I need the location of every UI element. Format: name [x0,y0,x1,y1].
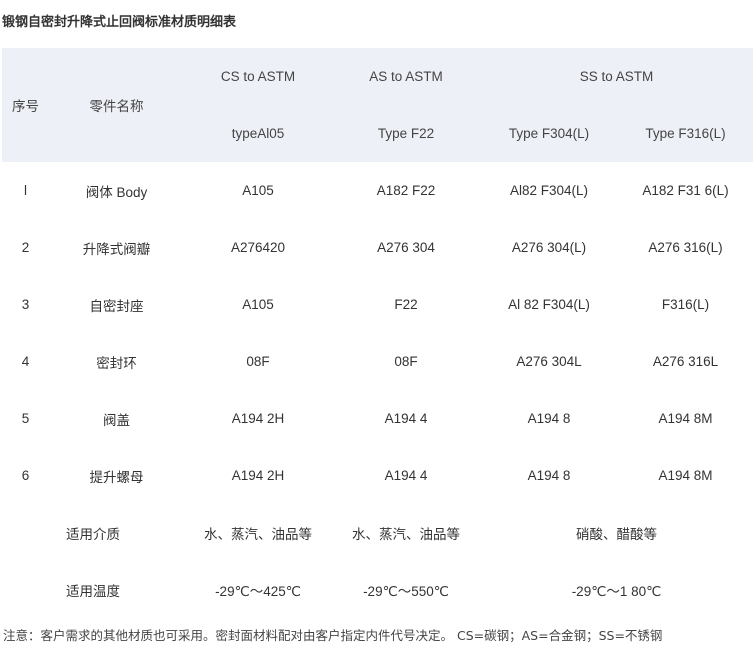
header-no: 序号 [12,99,39,114]
row-no: 4 [21,354,30,369]
table-body: l 阀体 Body A105 A182 F22 Al82 F304(L) A18… [2,162,753,618]
header-as-standard: AS to ASTM [369,69,443,84]
row-ss1: A194 8 [527,468,571,483]
row-ss2: A194 8M [658,468,713,483]
row-ss1: Al82 F304(L) [509,183,589,198]
row-as: A194 4 [384,411,428,426]
row-cs: A276420 [230,240,286,255]
table-row: l 阀体 Body A105 A182 F22 Al82 F304(L) A18… [2,162,753,219]
header-part-name: 零件名称 [89,99,144,114]
header-ss-type-2: Type F316(L) [645,126,726,141]
material-spec-table: 序号 零件名称 CS to ASTM AS to ASTM SS to ASTM… [2,48,753,618]
row-ss2: F316(L) [661,297,710,312]
row-ss1: Al 82 F304(L) [508,297,590,312]
header-cs-standard: CS to ASTM [220,69,296,84]
temperature-as: -29℃～550℃ [363,583,449,599]
row-ss1: A194 8 [527,411,571,426]
row-as: 08F [394,354,418,369]
row-part: 自密封座 [89,298,144,314]
footnote: 注意：客户需求的其他材质也可采用。密封面材料配对由客户指定内件代号决定。 CS=… [3,628,663,643]
row-cs: A194 2H [231,468,285,483]
temperature-row: 适用温度 -29℃～425℃ -29℃～550℃ -29℃～1 80℃ [2,561,753,618]
table-row: 4 密封环 08F 08F A276 304L A276 316L [2,333,753,390]
table-header: 序号 零件名称 CS to ASTM AS to ASTM SS to ASTM… [2,48,753,162]
row-no: l [24,183,27,198]
table-row: 6 提升螺母 A194 2H A194 4 A194 8 A194 8M [2,447,753,504]
medium-cs: 水、蒸汽、油品等 [204,526,312,542]
row-part: 阀盖 [103,412,130,428]
row-as: A276 304 [377,240,435,255]
row-ss1: A276 304L [516,354,582,369]
row-part: 升降式阀瓣 [82,241,151,257]
header-ss-type-1: Type F304(L) [508,126,590,141]
row-ss2: A276 316(L) [648,240,723,255]
row-no: 3 [21,297,30,312]
row-ss1: A276 304(L) [511,240,587,255]
row-as: A182 F22 [376,183,436,198]
row-no: 2 [21,240,30,255]
header-ss-standard: SS to ASTM [579,69,654,84]
header-as-type: Type F22 [377,126,435,141]
row-no: 5 [21,411,30,426]
row-no: 6 [21,468,30,483]
header-cs-type: typeAl05 [231,126,285,141]
medium-label: 适用介质 [66,526,120,542]
medium-row: 适用介质 水、蒸汽、油品等 水、蒸汽、油品等 硝酸、醋酸等 [2,504,753,561]
temperature-ss: -29℃～1 80℃ [571,583,662,599]
medium-ss: 硝酸、醋酸等 [576,526,657,542]
row-cs: 08F [246,354,270,369]
row-as: F22 [394,297,418,312]
row-part: 密封环 [96,355,137,371]
header-row-standards: 序号 零件名称 CS to ASTM AS to ASTM SS to ASTM [2,48,753,114]
row-part: 阀体 Body [85,184,148,200]
table-row: 2 升降式阀瓣 A276420 A276 304 A276 304(L) A27… [2,219,753,276]
row-part: 提升螺母 [89,469,144,485]
page-title: 锻钢自密封升降式止回阀标准材质明细表 [2,15,237,30]
row-as: A194 4 [384,468,428,483]
temperature-cs: -29℃～425℃ [215,583,301,599]
row-ss2: A182 F31 6(L) [642,183,729,198]
row-ss2: A276 316L [652,354,719,369]
temperature-label: 适用温度 [66,583,120,599]
row-ss2: A194 8M [658,411,713,426]
row-cs: A105 [242,183,274,198]
medium-as: 水、蒸汽、油品等 [352,526,460,542]
row-cs: A194 2H [231,411,285,426]
table-row: 5 阀盖 A194 2H A194 4 A194 8 A194 8M [2,390,753,447]
row-cs: A105 [242,297,274,312]
table-row: 3 自密封座 A105 F22 Al 82 F304(L) F316(L) [2,276,753,333]
